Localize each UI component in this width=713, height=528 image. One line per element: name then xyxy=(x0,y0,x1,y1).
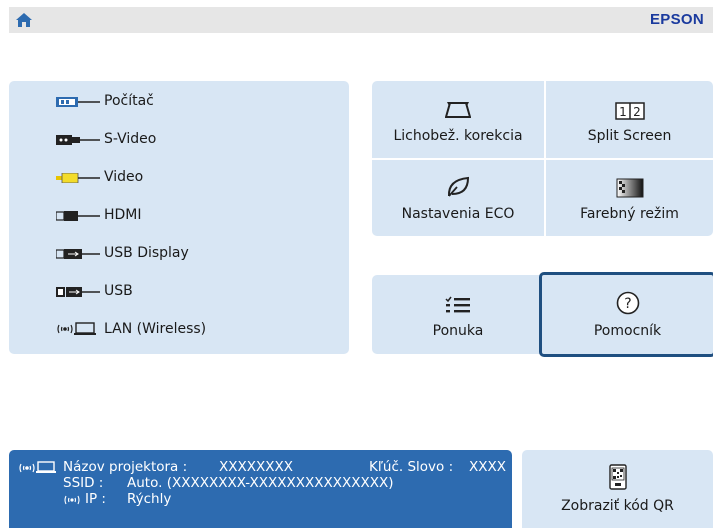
home-icon[interactable] xyxy=(15,12,33,28)
menu-label: Ponuka xyxy=(432,322,484,339)
show-qr-button[interactable]: Zobraziť kód QR xyxy=(522,450,713,528)
eco-settings-label: Nastavenia ECO xyxy=(401,206,515,222)
video-port-icon xyxy=(56,173,100,183)
projector-info-panel: Názov projektora : XXXXXXXX Kľúč. Slovo … xyxy=(9,450,512,528)
source-hdmi[interactable]: HDMI xyxy=(9,197,349,235)
source-usb[interactable]: USB xyxy=(9,273,349,311)
function-row: Ponuka ? Pomocník xyxy=(372,272,713,357)
svg-text:2: 2 xyxy=(633,105,641,119)
usb-port-icon xyxy=(56,287,100,297)
color-mode-button[interactable]: Farebný režim xyxy=(546,160,713,236)
wireless-lan-icon xyxy=(19,461,56,473)
help-label: Pomocník xyxy=(593,322,662,339)
help-icon: ? xyxy=(616,291,639,314)
function-grid: Lichobež. korekcia 1 2 Split Screen Nast… xyxy=(372,81,713,236)
ip-label: IP : xyxy=(85,491,106,507)
show-qr-label: Zobraziť kód QR xyxy=(561,498,674,514)
source-label: USB xyxy=(104,283,133,299)
menu-button[interactable]: Ponuka xyxy=(372,275,544,354)
source-list: Počítač S-Video Video HDMI USB Display U… xyxy=(9,81,349,354)
split-screen-icon: 1 2 xyxy=(614,101,645,120)
menu-list-icon xyxy=(445,296,470,312)
source-computer[interactable]: Počítač xyxy=(9,83,349,121)
source-usb-display[interactable]: USB Display xyxy=(9,235,349,273)
keystone-button[interactable]: Lichobež. korekcia xyxy=(372,81,544,158)
svg-text:?: ? xyxy=(624,296,631,312)
brand-logo: EPSON xyxy=(649,11,704,28)
source-video[interactable]: Video xyxy=(9,159,349,197)
svg-text:1: 1 xyxy=(619,105,627,119)
qr-code-icon xyxy=(608,464,627,490)
source-label: Počítač xyxy=(104,93,154,109)
usb-display-port-icon xyxy=(56,249,100,259)
help-button[interactable]: ? Pomocník xyxy=(539,272,713,357)
source-label: S-Video xyxy=(104,131,157,147)
projector-name-value: XXXXXXXX xyxy=(219,459,293,475)
computer-port-icon xyxy=(56,97,100,107)
wireless-lan-icon xyxy=(57,322,96,335)
keystone-label: Lichobež. korekcia xyxy=(393,127,523,144)
projector-name-label: Názov projektora : xyxy=(63,459,188,475)
ssid-label: SSID : xyxy=(63,475,104,491)
grid-divider xyxy=(372,158,713,160)
ssid-value: Auto. (XXXXXXXX-XXXXXXXXXXXXXXX) xyxy=(127,475,394,491)
source-s-video[interactable]: S-Video xyxy=(9,121,349,159)
keystone-icon xyxy=(445,101,471,118)
wireless-signal-icon xyxy=(64,495,80,505)
hdmi-port-icon xyxy=(56,211,100,221)
keyword-label: Kľúč. Slovo : xyxy=(369,459,454,475)
source-label: Video xyxy=(104,169,144,185)
source-label: LAN (Wireless) xyxy=(104,321,207,337)
split-screen-label: Split Screen xyxy=(587,127,672,144)
keyword-value: XXXX xyxy=(469,459,506,475)
eco-leaf-icon xyxy=(447,176,470,197)
top-bar: EPSON xyxy=(9,7,713,33)
source-lan-wireless[interactable]: LAN (Wireless) xyxy=(9,311,349,349)
s-video-port-icon xyxy=(56,135,100,145)
color-mode-icon xyxy=(616,178,643,198)
split-screen-button[interactable]: 1 2 Split Screen xyxy=(546,81,713,158)
color-mode-label: Farebný režim xyxy=(580,206,679,222)
source-label: USB Display xyxy=(104,245,189,261)
source-label: HDMI xyxy=(104,207,142,223)
ip-value: Rýchly xyxy=(127,491,172,507)
eco-settings-button[interactable]: Nastavenia ECO xyxy=(372,160,544,236)
